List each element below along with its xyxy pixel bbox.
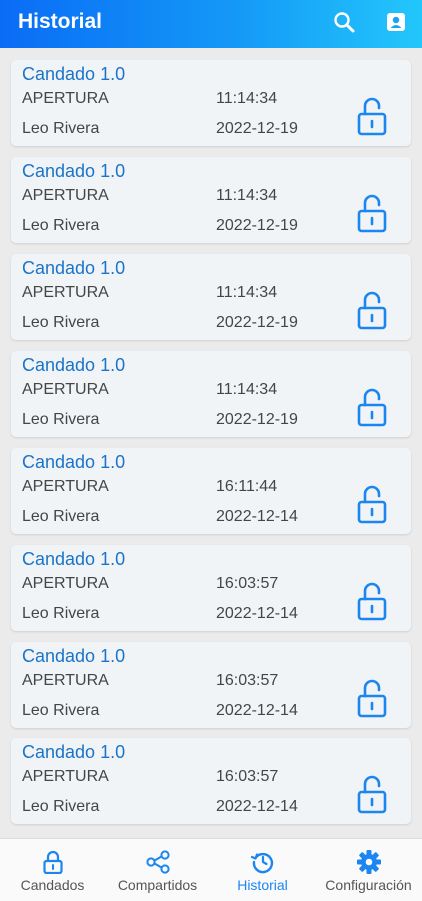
- entry-date: 2022-12-14: [216, 605, 298, 622]
- user-name: Leo Rivera: [22, 508, 100, 525]
- history-entry[interactable]: Candado 1.0 APERTURA 16:11:44 Leo Rivera…: [11, 448, 411, 534]
- history-entry[interactable]: Candado 1.0 APERTURA 11:14:34 Leo Rivera…: [11, 254, 411, 340]
- action-label: APERTURA: [22, 284, 109, 301]
- history-entry[interactable]: Candado 1.0 APERTURA 16:03:57 Leo Rivera…: [11, 738, 411, 824]
- entry-time: 11:14:34: [216, 90, 278, 107]
- gear-icon: [356, 849, 382, 875]
- bottom-navigation: Candados Compartidos Historial Configura…: [0, 838, 422, 901]
- history-entry[interactable]: Candado 1.0 APERTURA 16:03:57 Leo Rivera…: [11, 545, 411, 631]
- app-bar: Historial: [0, 0, 422, 48]
- unlocked-padlock-icon: [357, 582, 387, 621]
- action-label: APERTURA: [22, 575, 109, 592]
- unlocked-padlock-icon: [357, 775, 387, 814]
- entry-time: 16:03:57: [216, 575, 279, 592]
- entry-date: 2022-12-14: [216, 798, 298, 815]
- entry-time: 16:11:44: [216, 478, 278, 495]
- entry-date: 2022-12-19: [216, 217, 298, 234]
- search-icon[interactable]: [331, 9, 357, 35]
- share-icon: [145, 849, 171, 875]
- history-entry[interactable]: Candado 1.0 APERTURA 11:14:34 Leo Rivera…: [11, 351, 411, 437]
- device-name: Candado 1.0: [22, 64, 126, 84]
- user-name: Leo Rivera: [22, 798, 100, 815]
- nav-item-compartidos[interactable]: Compartidos: [105, 839, 210, 901]
- user-name: Leo Rivera: [22, 120, 100, 137]
- unlocked-padlock-icon: [357, 679, 387, 718]
- device-name: Candado 1.0: [22, 646, 126, 666]
- history-entry[interactable]: Candado 1.0 APERTURA 11:14:34 Leo Rivera…: [11, 60, 411, 146]
- entry-time: 11:14:34: [216, 284, 278, 301]
- unlocked-padlock-icon: [357, 194, 387, 233]
- unlocked-padlock-icon: [357, 388, 387, 427]
- action-label: APERTURA: [22, 672, 109, 689]
- device-name: Candado 1.0: [22, 742, 126, 762]
- entry-time: 16:03:57: [216, 768, 279, 785]
- unlocked-padlock-icon: [357, 97, 387, 136]
- user-name: Leo Rivera: [22, 411, 100, 428]
- device-name: Candado 1.0: [22, 355, 126, 375]
- entry-time: 11:14:34: [216, 187, 278, 204]
- nav-item-historial[interactable]: Historial: [210, 839, 315, 901]
- unlocked-padlock-icon: [357, 291, 387, 330]
- history-entry[interactable]: Candado 1.0 APERTURA 16:03:57 Leo Rivera…: [11, 642, 411, 728]
- device-name: Candado 1.0: [22, 161, 126, 181]
- user-name: Leo Rivera: [22, 314, 100, 331]
- action-label: APERTURA: [22, 768, 109, 785]
- action-label: APERTURA: [22, 187, 109, 204]
- padlock-icon: [40, 849, 66, 875]
- history-entry[interactable]: Candado 1.0 APERTURA 11:14:34 Leo Rivera…: [11, 157, 411, 243]
- nav-label: Compartidos: [117, 877, 198, 893]
- entry-date: 2022-12-19: [216, 411, 298, 428]
- entry-time: 11:14:34: [216, 381, 278, 398]
- nav-item-candados[interactable]: Candados: [0, 839, 105, 901]
- nav-label: Configuración: [325, 877, 412, 893]
- history-icon: [250, 849, 276, 875]
- contact-card-icon[interactable]: [383, 9, 409, 35]
- unlocked-padlock-icon: [357, 485, 387, 524]
- user-name: Leo Rivera: [22, 217, 100, 234]
- page-title: Historial: [18, 10, 103, 33]
- entry-date: 2022-12-19: [216, 314, 298, 331]
- entry-date: 2022-12-14: [216, 508, 298, 525]
- user-name: Leo Rivera: [22, 702, 100, 719]
- action-label: APERTURA: [22, 478, 109, 495]
- history-list[interactable]: Candado 1.0 APERTURA 11:14:34 Leo Rivera…: [0, 48, 422, 838]
- action-label: APERTURA: [22, 381, 109, 398]
- entry-time: 16:03:57: [216, 672, 279, 689]
- entry-date: 2022-12-14: [216, 702, 298, 719]
- nav-label: Historial: [237, 877, 288, 893]
- device-name: Candado 1.0: [22, 549, 126, 569]
- user-name: Leo Rivera: [22, 605, 100, 622]
- entry-date: 2022-12-19: [216, 120, 298, 137]
- nav-item-configuracion[interactable]: Configuración: [315, 839, 422, 901]
- device-name: Candado 1.0: [22, 258, 126, 278]
- nav-label: Candados: [20, 877, 85, 893]
- action-label: APERTURA: [22, 90, 109, 107]
- device-name: Candado 1.0: [22, 452, 126, 472]
